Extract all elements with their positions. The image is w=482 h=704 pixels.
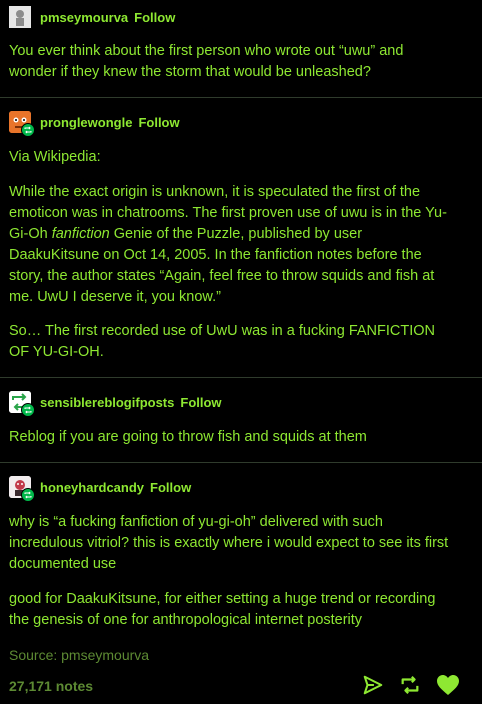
post-text: Reblog if you are going to throw fish an… <box>9 429 367 445</box>
like-button[interactable] <box>435 672 461 698</box>
post-header: honeyhardcandy Follow <box>0 476 191 502</box>
post-header: pmseymourva Follow <box>0 6 175 28</box>
post-text: why is “a fucking fanfiction of yu-gi-oh… <box>9 514 449 572</box>
avatar[interactable] <box>9 111 35 137</box>
follow-button[interactable]: Follow <box>134 10 175 25</box>
post-text: While the exact origin is unknown, it is… <box>9 184 447 305</box>
follow-button[interactable]: Follow <box>138 115 179 130</box>
avatar[interactable] <box>9 391 35 417</box>
avatar[interactable] <box>9 476 35 502</box>
user-silhouette-icon <box>9 6 31 28</box>
share-button[interactable] <box>360 672 386 698</box>
follow-button[interactable]: Follow <box>150 480 191 495</box>
post-text: You ever think about the first person wh… <box>9 43 404 80</box>
avatar[interactable] <box>9 6 31 28</box>
post-header: pronglewongle Follow <box>0 111 180 137</box>
post-text: Via Wikipedia: <box>9 149 101 165</box>
username[interactable]: honeyhardcandy <box>40 480 144 495</box>
heart-icon <box>437 675 459 695</box>
reblog-entry-3: sensiblereblogifposts Follow Reblog if y… <box>0 377 482 463</box>
tumblr-post: pmseymourva Follow You ever think about … <box>0 0 482 704</box>
post-header: sensiblereblogifposts Follow <box>0 391 222 417</box>
reblog-entry-4: honeyhardcandy Follow why is “a fucking … <box>0 462 482 668</box>
post-text: So… The first recorded use of UwU was in… <box>9 323 436 360</box>
reblog-icon <box>401 675 419 695</box>
paper-plane-icon <box>363 675 383 695</box>
notes-count[interactable]: 27,171 notes <box>9 678 93 694</box>
username[interactable]: sensiblereblogifposts <box>40 395 174 410</box>
follow-button[interactable]: Follow <box>180 395 221 410</box>
post-footer: 27,171 notes <box>0 668 482 704</box>
source-link[interactable]: Source: pmseymourva <box>0 647 149 663</box>
reblog-badge-icon <box>21 403 35 417</box>
reblog-button[interactable] <box>397 672 423 698</box>
reblog-entry-2: pronglewongle Follow Via Wikipedia: Whil… <box>0 97 482 378</box>
username[interactable]: pmseymourva <box>40 10 128 25</box>
post-text: good for DaakuKitsune, for either settin… <box>9 591 436 628</box>
reblog-badge-icon <box>21 488 35 502</box>
username[interactable]: pronglewongle <box>40 115 132 130</box>
reblog-badge-icon <box>21 123 35 137</box>
reblog-entry-1: pmseymourva Follow You ever think about … <box>0 0 482 98</box>
